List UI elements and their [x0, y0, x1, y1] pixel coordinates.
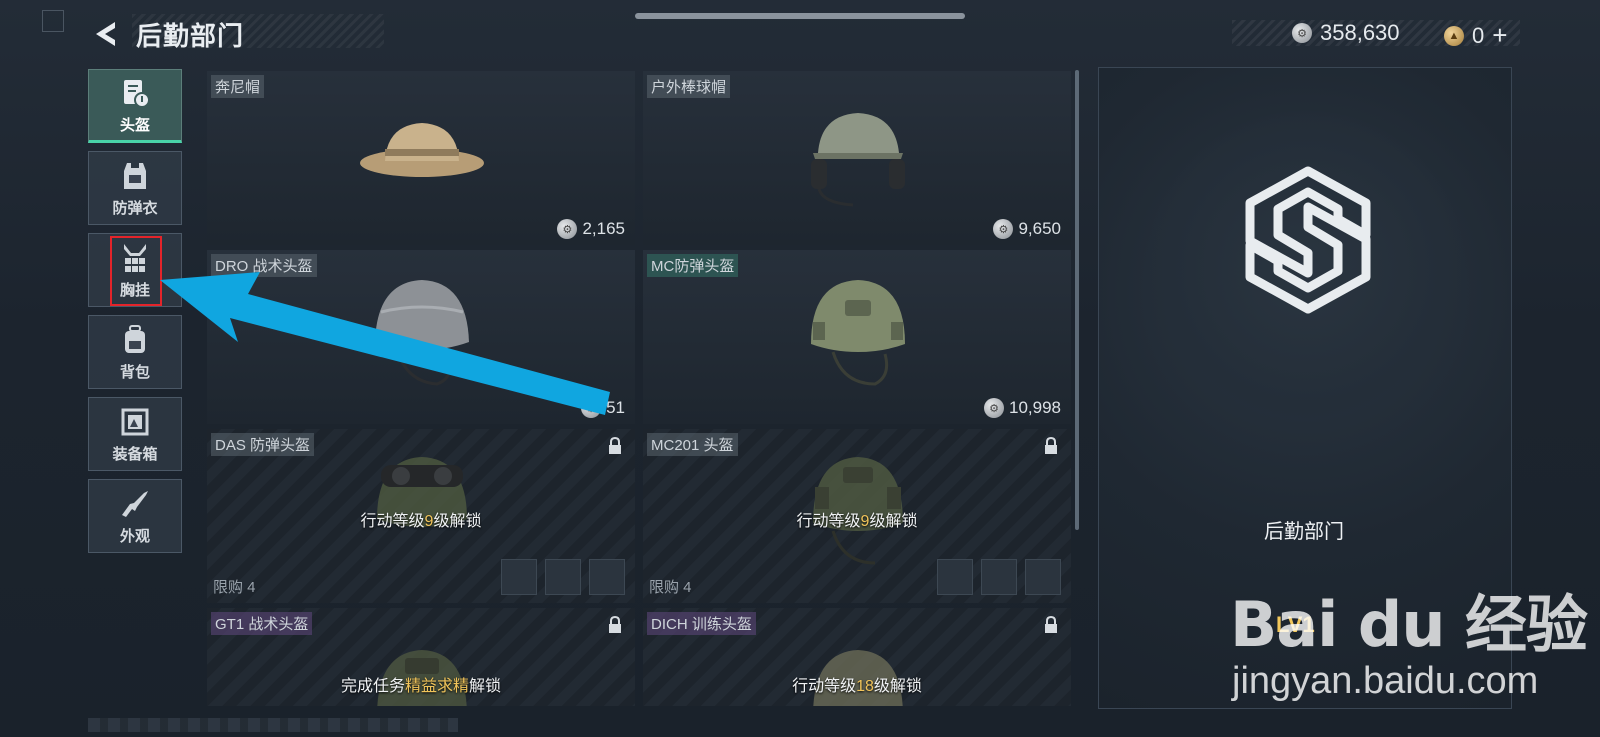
watermark-logo: Bai du 经验 [1230, 588, 1588, 661]
sidebar-item-label: 装备箱 [112, 445, 158, 463]
sidebar-item-label: 头盔 [119, 116, 150, 134]
back-arrow-icon [96, 22, 115, 46]
sidebar-item-appearance[interactable]: 外观 [88, 479, 182, 553]
item-card[interactable]: MC201 头盔 行动等级9级解锁 限购 4 [643, 429, 1071, 603]
backpack-icon [125, 324, 145, 353]
unlock-requirement: 行动等级18级解锁 [792, 678, 922, 695]
unlock-requirement: 行动等级9级解锁 [796, 513, 918, 530]
department-emblem-icon [1245, 166, 1371, 314]
variant-thumbnail[interactable] [589, 559, 625, 595]
lock-icon [609, 437, 621, 454]
price-value: 9,650 [1018, 219, 1061, 238]
variant-thumbnails [501, 559, 625, 595]
unlock-requirement: 行动等级9级解锁 [360, 513, 482, 530]
currency-bar: ⚙ 358,630 ▲ 0 + [1232, 20, 1520, 50]
item-card[interactable]: 户外棒球帽 ⚙ 9,650 [643, 71, 1071, 245]
variant-thumbnail[interactable] [981, 559, 1017, 595]
variant-thumbnail[interactable] [1025, 559, 1061, 595]
price-value: 2,165 [582, 219, 625, 238]
silver-coin-icon: ⚙ [1292, 23, 1312, 43]
item-name: MC防弹头盔 [647, 254, 739, 277]
price-value: 10,998 [1009, 398, 1061, 417]
variant-thumbnail[interactable] [501, 559, 537, 595]
department-name: 后勤部门 [1264, 521, 1344, 543]
item-price: ⚙ 10,998 [984, 398, 1061, 418]
item-price: ⚙ 9,650 [993, 219, 1061, 239]
back-button[interactable] [88, 16, 124, 52]
item-card[interactable]: 奔尼帽 ⚙ 2,165 [207, 71, 635, 245]
unlock-requirement: 完成任务精益求精解锁 [340, 678, 502, 695]
vest-icon [124, 162, 146, 189]
silver-coin-icon: ⚙ [984, 398, 1004, 418]
variant-thumbnail[interactable] [937, 559, 973, 595]
gear-box-icon [121, 408, 149, 435]
home-indicator [635, 13, 965, 19]
item-card[interactable]: GT1 战术头盔 完成任务精益求精解锁 [207, 608, 635, 706]
gold-currency[interactable]: ▲ 0 + [1444, 20, 1507, 51]
boonie-hat-icon [360, 123, 484, 177]
lock-icon [1045, 616, 1057, 633]
variant-thumbnails [937, 559, 1061, 595]
item-card[interactable]: DICH 训练头盔 行动等级18级解锁 [643, 608, 1071, 706]
sidebar-item-label: 外观 [119, 527, 150, 545]
purchase-limit: 限购 4 [649, 579, 692, 596]
rifle-icon [122, 490, 148, 517]
variant-thumbnail[interactable] [545, 559, 581, 595]
baseball-cap-headset-icon [811, 113, 905, 207]
purchase-limit: 限购 4 [213, 579, 256, 596]
add-currency-icon[interactable]: + [1492, 20, 1507, 51]
sidebar-item-label: 防弹衣 [112, 199, 158, 217]
corner-square [42, 10, 64, 32]
sidebar-item-helmet[interactable]: 头盔 [88, 69, 182, 143]
sidebar-item-vest[interactable]: 防弹衣 [88, 151, 182, 225]
grid-scrollbar[interactable] [1075, 70, 1079, 530]
item-name: 奔尼帽 [211, 75, 265, 98]
item-name: DICH 训练头盔 [647, 612, 756, 635]
silver-coin-icon: ⚙ [993, 219, 1014, 239]
silver-coin-icon: ⚙ [557, 219, 578, 239]
mc-ballistic-helmet-icon [811, 280, 905, 386]
item-price: ⚙ 2,165 [557, 219, 625, 239]
sidebar-item-label: 背包 [119, 363, 150, 381]
item-name: MC201 头盔 [647, 433, 738, 456]
item-name: DAS 防弹头盔 [211, 433, 315, 456]
item-name: GT1 战术头盔 [211, 612, 313, 635]
lock-icon [609, 616, 621, 633]
item-card[interactable]: MC防弹头盔 ⚙ 10,998 [643, 250, 1071, 424]
gold-amount: 0 [1472, 22, 1485, 48]
item-card[interactable]: DAS 防弹头盔 行动等级9级解锁 限购 4 [207, 429, 635, 603]
das-helmet-goggles-icon [377, 457, 467, 527]
helmet-doc-icon [124, 79, 150, 108]
watermark-url: jingyan.baidu.com [1232, 660, 1539, 702]
pointer-arrow-icon [160, 272, 610, 415]
blurred-footer [88, 718, 458, 732]
silver-amount: 358,630 [1320, 20, 1400, 45]
item-name: 户外棒球帽 [647, 75, 731, 98]
silver-currency: ⚙ 358,630 [1292, 20, 1400, 46]
page-title: 后勤部门 [136, 21, 245, 51]
highlight-box [110, 236, 162, 306]
gold-coin-icon: ▲ [1444, 25, 1464, 46]
lock-icon [1045, 437, 1057, 454]
page-title-bar: 后勤部门 [132, 14, 384, 51]
